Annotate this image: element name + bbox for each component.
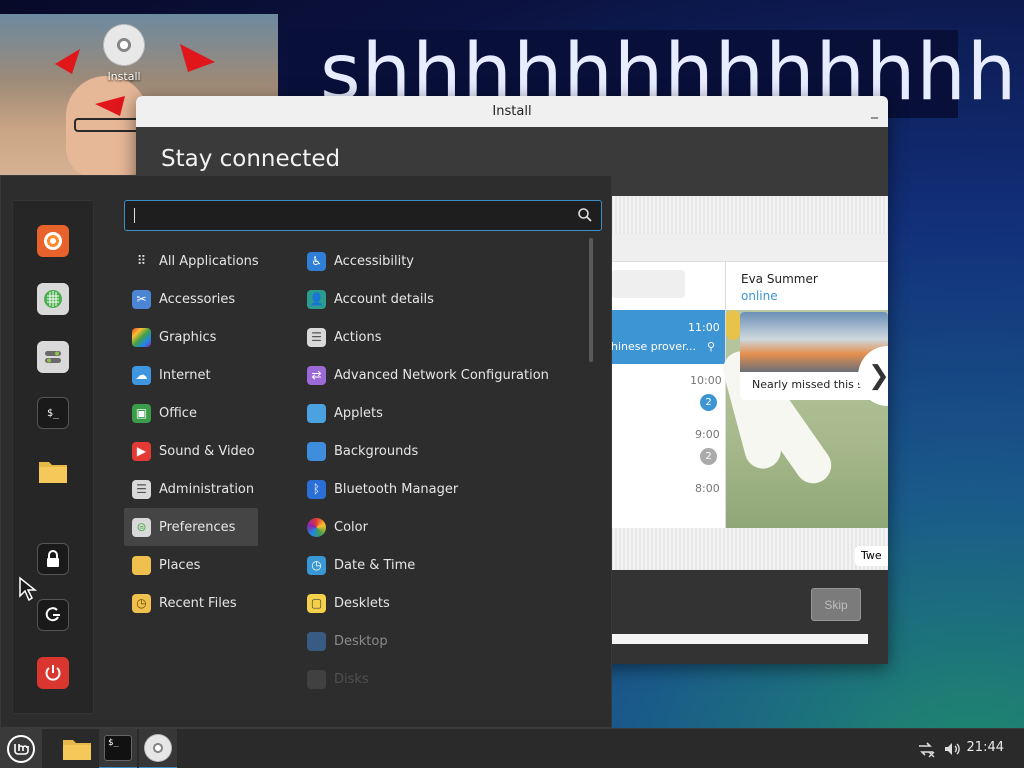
category-all-applications[interactable]: ⠿ All Applications <box>124 242 290 280</box>
category-sound-video[interactable]: ▶ Sound & Video <box>124 432 290 470</box>
account-icon: 👤 <box>307 289 326 309</box>
software-manager-icon[interactable] <box>37 283 69 315</box>
chat-time: 9:00 <box>695 428 720 441</box>
mouse-pointer-icon <box>19 576 38 602</box>
preferences-icon: ⊜ <box>132 517 151 537</box>
chat-app-preview: 11:00 hinese prover... ⚲ 10:00 2 9:00 2 … <box>611 234 888 566</box>
app-account-details[interactable]: 👤 Account details <box>299 280 581 318</box>
category-administration[interactable]: ☰ Administration <box>124 470 290 508</box>
logout-icon[interactable] <box>37 599 69 631</box>
chat-time: 11:00 <box>688 321 720 334</box>
slide-preview: 11:00 hinese prover... ⚲ 10:00 2 9:00 2 … <box>611 196 888 570</box>
recent-files-icon: ◷ <box>132 593 151 613</box>
start-menu: $_ ⠿ All Applications ✂ Accessories Graphi… <box>0 175 612 728</box>
lock-screen-icon[interactable] <box>37 543 69 575</box>
color-icon <box>307 517 326 537</box>
favorites-panel: $_ <box>12 200 94 714</box>
scissors-icon: ✂ <box>132 289 151 309</box>
cloud-icon: ☁ <box>132 365 151 385</box>
category-accessories[interactable]: ✂ Accessories <box>124 280 290 318</box>
chat-preview-text: hinese prover... <box>611 340 697 353</box>
graphics-icon <box>132 327 151 347</box>
office-icon: ▣ <box>132 403 151 423</box>
administration-icon: ☰ <box>132 479 151 499</box>
chat-time: 8:00 <box>695 482 720 495</box>
taskbar-clock[interactable]: 21:44 <box>967 740 1004 755</box>
desklets-icon: ▢ <box>307 593 326 613</box>
application-list: ♿ Accessibility 👤 Account details ☰ Actions… <box>299 242 581 698</box>
minimize-button[interactable]: _ <box>871 96 878 127</box>
bluetooth-icon: ᛒ <box>307 479 326 499</box>
category-internet[interactable]: ☁ Internet <box>124 356 290 394</box>
message-bubble: Twe <box>855 546 888 566</box>
app-disks[interactable]: Disks <box>299 660 581 698</box>
terminal-icon[interactable]: $_ <box>37 397 69 429</box>
menu-icon <box>7 735 35 763</box>
unread-badge: 2 <box>700 448 717 465</box>
chat-item-selected: 11:00 hinese prover... ⚲ <box>611 310 725 364</box>
search-field[interactable] <box>124 200 602 231</box>
app-date-time[interactable]: ◷ Date & Time <box>299 546 581 584</box>
app-desklets[interactable]: ▢ Desklets <box>299 584 581 622</box>
app-applets[interactable]: Applets <box>299 394 581 432</box>
files-icon[interactable] <box>37 455 69 487</box>
grid-icon: ⠿ <box>136 253 147 269</box>
unread-badge: 2 <box>700 394 717 411</box>
taskbar: $_ 21:44 <box>0 728 1024 768</box>
app-bluetooth-manager[interactable]: ᛒ Bluetooth Manager <box>299 470 581 508</box>
cd-icon <box>103 24 145 66</box>
window-title: Install <box>492 104 532 119</box>
category-places[interactable]: Places <box>124 546 290 584</box>
category-graphics[interactable]: Graphics <box>124 318 290 356</box>
desktop-icon-label: Install <box>107 70 141 83</box>
taskbar-files-button[interactable] <box>58 729 96 768</box>
taskbar-terminal-button[interactable]: $_ <box>99 729 137 768</box>
slide-heading: Stay connected <box>161 146 341 172</box>
category-office[interactable]: ▣ Office <box>124 394 290 432</box>
volume-icon[interactable] <box>942 739 962 759</box>
taskbar-install-button[interactable] <box>139 729 177 768</box>
network-disconnected-icon[interactable] <box>916 739 936 759</box>
backgrounds-icon <box>307 441 326 461</box>
system-settings-icon[interactable] <box>37 341 69 373</box>
network-icon: ⇄ <box>307 365 326 385</box>
chat-time: 10:00 <box>690 374 722 387</box>
clock-icon: ◷ <box>307 555 326 575</box>
app-desktop[interactable]: Desktop <box>299 622 581 660</box>
firefox-icon[interactable] <box>37 225 69 257</box>
skip-button[interactable]: Skip <box>811 588 861 621</box>
folder-icon <box>132 555 151 575</box>
desktop-install-icon[interactable]: Install <box>96 22 152 83</box>
chat-search-field <box>611 270 685 298</box>
menu-button[interactable] <box>0 729 42 768</box>
text-cursor <box>134 208 135 223</box>
files-icon <box>63 740 91 760</box>
app-actions[interactable]: ☰ Actions <box>299 318 581 356</box>
accessibility-icon: ♿ <box>307 251 326 271</box>
contact-name: Eva Summer <box>741 272 818 286</box>
desktop-icon <box>307 631 326 651</box>
play-icon: ▶ <box>132 441 151 461</box>
terminal-icon: $_ <box>104 735 132 761</box>
applets-icon <box>307 403 326 423</box>
category-preferences[interactable]: ⊜ Preferences <box>124 508 258 546</box>
category-list: ⠿ All Applications ✂ Accessories Graphics … <box>124 242 290 622</box>
shutdown-icon[interactable] <box>37 657 69 689</box>
application-list-scrollbar[interactable] <box>589 238 593 362</box>
category-recent-files[interactable]: ◷ Recent Files <box>124 584 290 622</box>
pin-icon: ⚲ <box>707 340 716 353</box>
chat-app-header <box>611 234 888 262</box>
contact-status: online <box>741 289 778 303</box>
app-accessibility[interactable]: ♿ Accessibility <box>299 242 581 280</box>
app-backgrounds[interactable]: Backgrounds <box>299 432 581 470</box>
window-titlebar[interactable]: Install _ <box>136 96 888 127</box>
app-color[interactable]: Color <box>299 508 581 546</box>
disks-icon <box>307 669 326 689</box>
app-advanced-network-configuration[interactable]: ⇄ Advanced Network Configuration <box>299 356 581 394</box>
install-cd-icon <box>144 734 172 762</box>
actions-icon: ☰ <box>307 327 326 347</box>
search-icon <box>578 208 592 222</box>
